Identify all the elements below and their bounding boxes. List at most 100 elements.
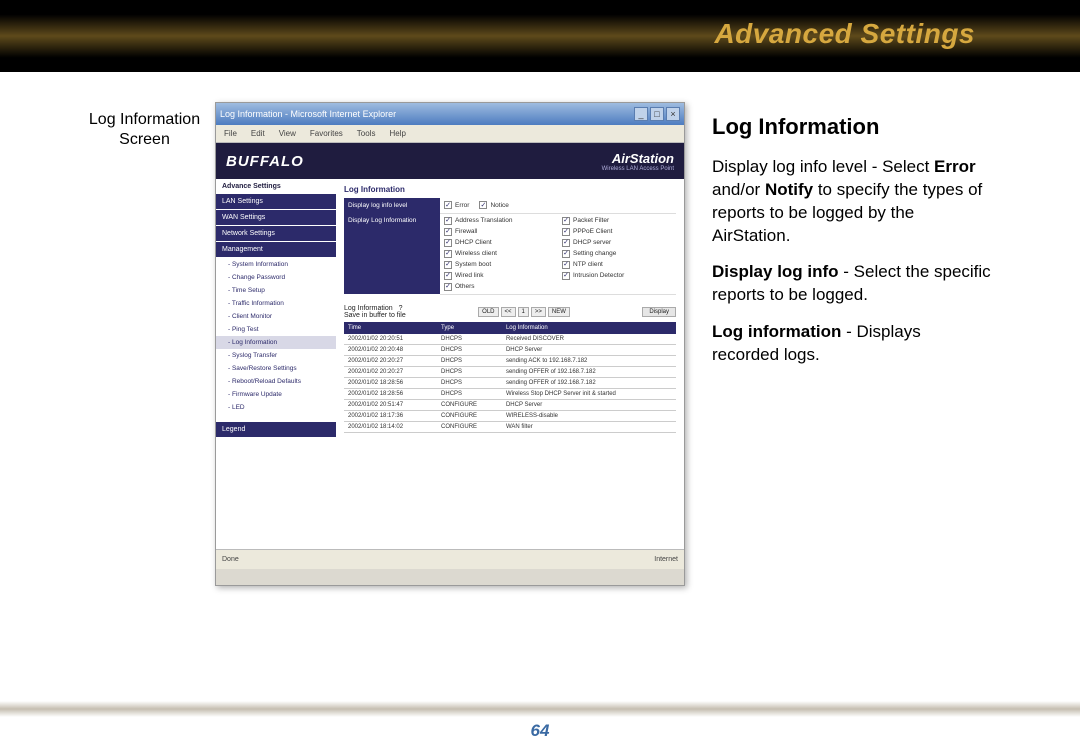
menu-item[interactable]: Edit xyxy=(251,129,265,138)
log-cell: DHCPS xyxy=(437,377,502,388)
minimize-button[interactable]: _ xyxy=(634,107,648,121)
sidebar-subitem[interactable]: - Traffic Information xyxy=(216,297,336,310)
sidebar-subitem[interactable]: - Save/Restore Settings xyxy=(216,362,336,375)
checkbox-icon[interactable] xyxy=(444,228,452,236)
pager-button[interactable]: OLD xyxy=(478,307,498,317)
log-row: 2002/01/02 20:51:47CONFIGUREDHCP Server xyxy=(344,399,676,410)
sidebar-legend[interactable]: Legend xyxy=(216,422,336,437)
log-cell: DHCPS xyxy=(437,334,502,345)
checkbox-option[interactable]: Others xyxy=(444,283,554,291)
log-cell: CONFIGURE xyxy=(437,399,502,410)
log-section-label: Log Information xyxy=(344,305,393,312)
sidebar-heading: Advance Settings xyxy=(216,179,336,194)
checkbox-option[interactable]: DHCP Client xyxy=(444,239,554,247)
checkbox-option[interactable]: Firewall xyxy=(444,228,554,236)
sidebar-subitem[interactable]: - Time Setup xyxy=(216,284,336,297)
checkbox-label: NTP client xyxy=(573,261,603,268)
desc-p3a: Log information xyxy=(712,322,841,341)
checkbox-option[interactable]: System boot xyxy=(444,261,554,269)
checkbox-icon[interactable] xyxy=(444,201,452,209)
header-title: Advanced Settings xyxy=(714,18,975,50)
checkbox-option[interactable]: Wireless client xyxy=(444,250,554,258)
pager-button[interactable]: 1 xyxy=(518,307,529,317)
status-right: Internet xyxy=(654,556,678,563)
log-column-header: Log Information xyxy=(502,322,676,334)
menu-item[interactable]: View xyxy=(279,129,296,138)
checkbox-label: Wireless client xyxy=(455,250,497,257)
display-button[interactable]: Display xyxy=(642,307,676,317)
log-cell: sending OFFER of 192.168.7.182 xyxy=(502,377,676,388)
checkbox-option[interactable]: Error xyxy=(444,201,469,209)
checkbox-icon[interactable] xyxy=(444,217,452,225)
content-area: Log Information Screen Log Information -… xyxy=(0,72,1080,700)
checkbox-icon[interactable] xyxy=(444,250,452,258)
description-heading: Log Information xyxy=(712,112,992,142)
checkbox-option[interactable]: Setting change xyxy=(562,250,672,258)
checkbox-icon[interactable] xyxy=(444,272,452,280)
sidebar-subitem[interactable]: - Log Information xyxy=(216,336,336,349)
window-title: Log Information - Microsoft Internet Exp… xyxy=(220,109,396,119)
log-cell: 2002/01/02 20:20:48 xyxy=(344,344,437,355)
log-cell: Received DISCOVER xyxy=(502,334,676,345)
log-cell: CONFIGURE xyxy=(437,421,502,432)
checkbox-label: DHCP server xyxy=(573,239,611,246)
checkbox-icon[interactable] xyxy=(562,261,570,269)
checkbox-option[interactable]: PPPoE Client xyxy=(562,228,672,236)
pager-button[interactable]: << xyxy=(501,307,516,317)
sidebar-subitem[interactable]: - System Information xyxy=(216,258,336,271)
checkbox-icon[interactable] xyxy=(562,250,570,258)
sidebar-subitem[interactable]: - Firmware Update xyxy=(216,388,336,401)
maximize-button[interactable]: □ xyxy=(650,107,664,121)
checkbox-icon[interactable] xyxy=(562,217,570,225)
product-banner: BUFFALO AirStation Wireless LAN Access P… xyxy=(216,143,684,179)
checkbox-icon[interactable] xyxy=(562,228,570,236)
pager-button[interactable]: >> xyxy=(531,307,546,317)
log-cell: 2002/01/02 20:20:27 xyxy=(344,355,437,366)
sidebar-subitem[interactable]: - Client Monitor xyxy=(216,310,336,323)
checkbox-option[interactable]: Notice xyxy=(479,201,508,209)
checkbox-icon[interactable] xyxy=(444,239,452,247)
log-row: 2002/01/02 18:17:36CONFIGUREWIRELESS-dis… xyxy=(344,410,676,421)
checkbox-icon[interactable] xyxy=(562,239,570,247)
checkbox-option[interactable]: Intrusion Detector xyxy=(562,272,672,280)
checkbox-icon[interactable] xyxy=(479,201,487,209)
checkbox-option[interactable]: Address Translation xyxy=(444,217,554,225)
log-row: 2002/01/02 20:20:51DHCPSReceived DISCOVE… xyxy=(344,334,676,345)
checkbox-icon[interactable] xyxy=(444,283,452,291)
checkbox-option[interactable]: Wired link xyxy=(444,272,554,280)
sidebar-subitem[interactable]: - Change Password xyxy=(216,271,336,284)
log-cell: 2002/01/02 20:20:27 xyxy=(344,366,437,377)
figure-caption: Log Information Screen xyxy=(87,110,202,150)
log-cell: DHCP Server xyxy=(502,344,676,355)
screenshot-window: Log Information - Microsoft Internet Exp… xyxy=(215,102,685,586)
menu-item[interactable]: Help xyxy=(389,129,405,138)
sidebar-subitem[interactable]: - Syslog Transfer xyxy=(216,349,336,362)
log-cell: WIRELESS-disable xyxy=(502,410,676,421)
menu-item[interactable]: Tools xyxy=(357,129,376,138)
checkbox-label: Error xyxy=(455,202,469,209)
desc-p1b: Error xyxy=(934,157,976,176)
checkbox-icon[interactable] xyxy=(444,261,452,269)
description-block: Log Information Display log info level -… xyxy=(712,112,992,381)
pager-button[interactable]: NEW xyxy=(548,307,570,317)
checkbox-option[interactable]: NTP client xyxy=(562,261,672,269)
menu-item[interactable]: Favorites xyxy=(310,129,343,138)
checkbox-icon[interactable] xyxy=(562,272,570,280)
log-cell: CONFIGURE xyxy=(437,410,502,421)
desc-p2a: Display log info xyxy=(712,262,839,281)
main-panel: Log Information Display log info level E… xyxy=(336,179,684,549)
log-cell: 2002/01/02 20:20:51 xyxy=(344,334,437,345)
checkbox-option[interactable]: Packet Filter xyxy=(562,217,672,225)
checkbox-option[interactable]: DHCP server xyxy=(562,239,672,247)
sidebar-subitem[interactable]: - Ping Test xyxy=(216,323,336,336)
sidebar-subitem[interactable]: - Reboot/Reload Defaults xyxy=(216,375,336,388)
sidebar-subitem[interactable]: - LED xyxy=(216,401,336,414)
sidebar-item[interactable]: Management xyxy=(216,242,336,258)
sidebar-item[interactable]: WAN Settings xyxy=(216,210,336,226)
menu-item[interactable]: File xyxy=(224,129,237,138)
sidebar-item[interactable]: LAN Settings xyxy=(216,194,336,210)
close-button[interactable]: × xyxy=(666,107,680,121)
log-cell: DHCP Server xyxy=(502,399,676,410)
checkbox-label: Address Translation xyxy=(455,217,512,224)
sidebar-item[interactable]: Network Settings xyxy=(216,226,336,242)
